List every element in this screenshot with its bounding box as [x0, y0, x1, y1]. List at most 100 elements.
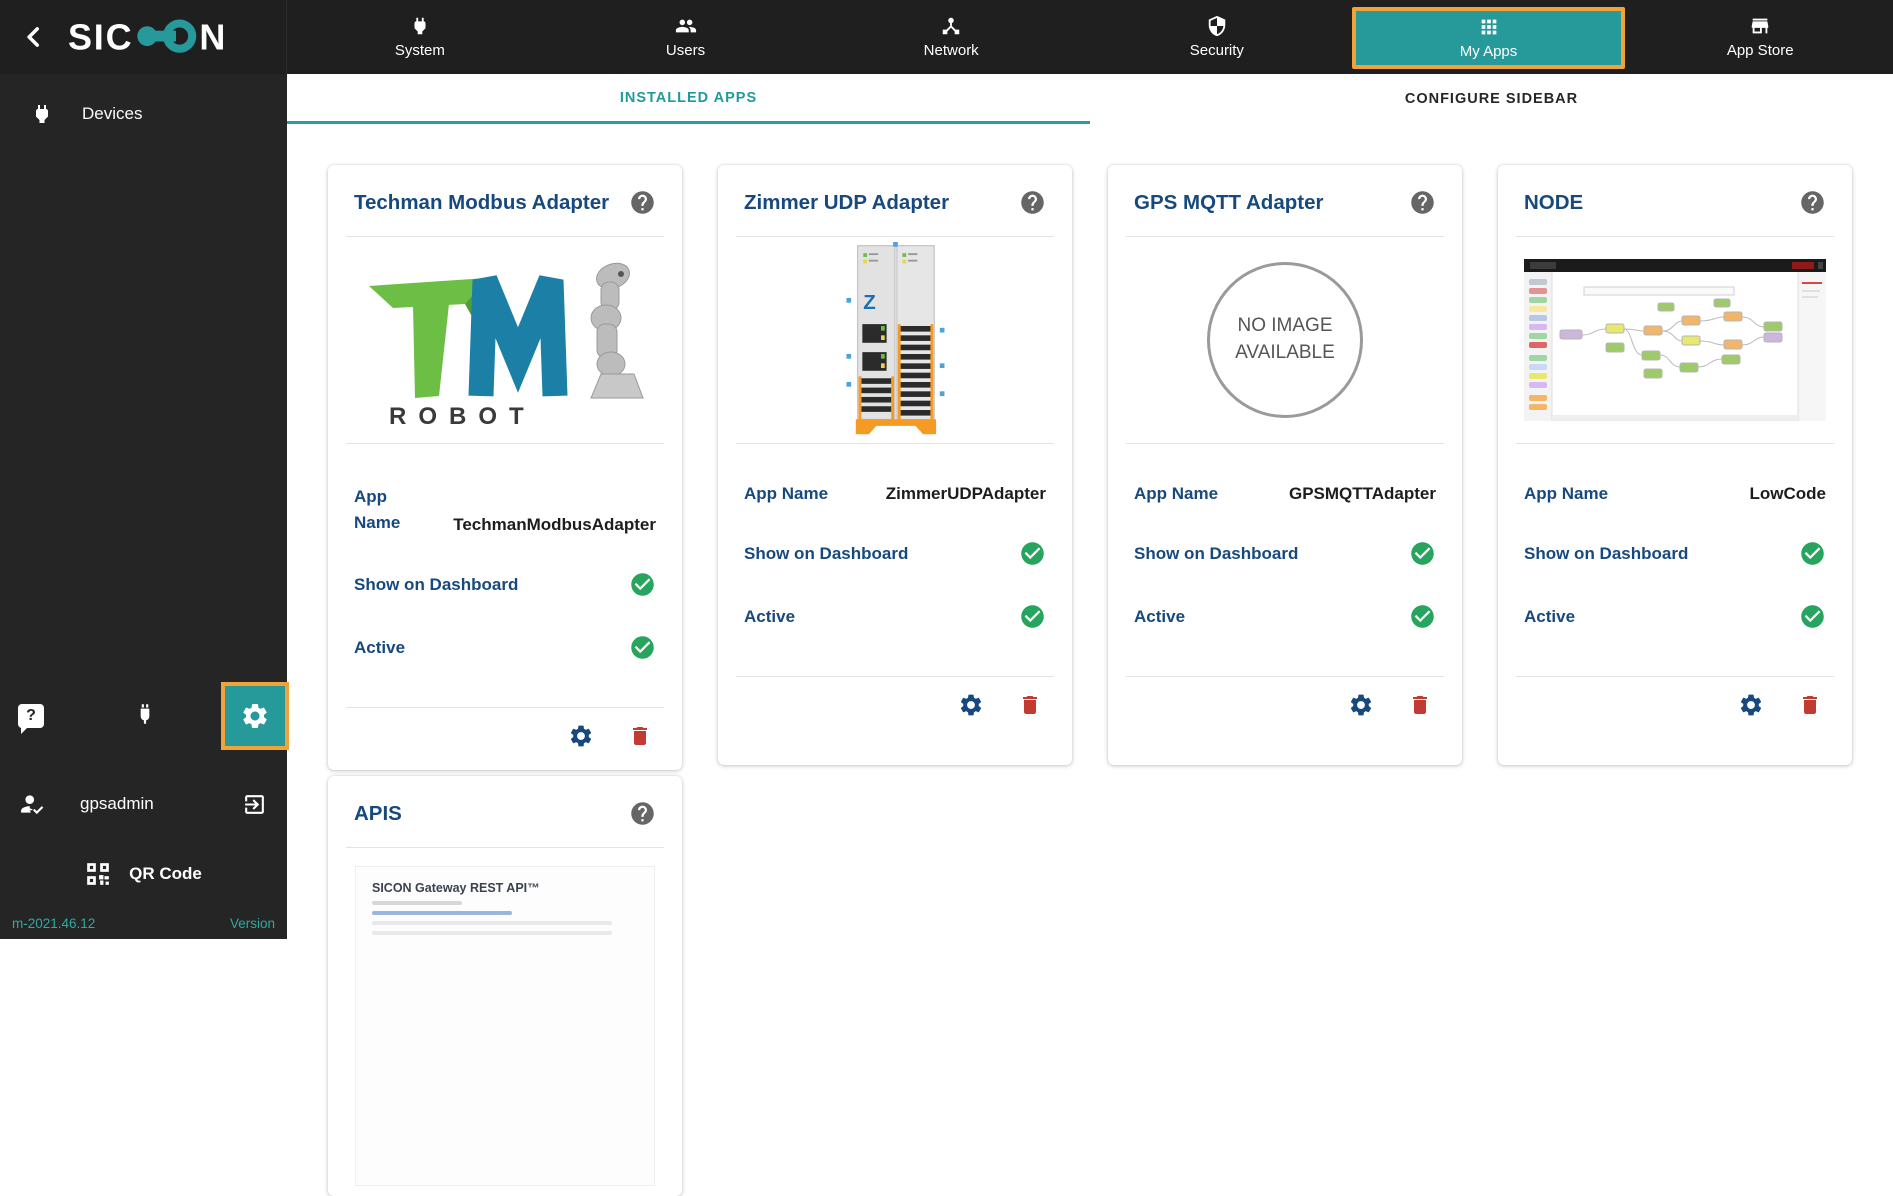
help-icon[interactable]: [1799, 189, 1826, 216]
sidebar-item-label: Devices: [82, 104, 143, 123]
doc-placeholder-line: [372, 901, 462, 905]
gear-icon: [243, 704, 267, 728]
active-row: Active: [744, 603, 1046, 630]
check-circle-icon: [1411, 605, 1434, 628]
nav-item-network[interactable]: Network: [818, 0, 1084, 74]
app-name-label: App Name: [1524, 484, 1609, 503]
help-icon[interactable]: [629, 189, 656, 216]
nav-item-users[interactable]: Users: [553, 0, 819, 74]
brand-zone: SIC N: [0, 0, 287, 74]
sidebar-item-devices[interactable]: Devices: [0, 74, 287, 126]
version-value: m-2021.46.12: [12, 916, 96, 931]
tab-configure-sidebar[interactable]: CONFIGURE SIDEBAR: [1090, 74, 1893, 124]
show-on-dashboard-label: Show on Dashboard: [744, 543, 909, 563]
zimmer-logo-glyph: Z: [863, 291, 876, 314]
logo-text-right: N: [199, 17, 225, 58]
back-button[interactable]: [16, 19, 52, 55]
app-name-value: LowCode: [1749, 484, 1827, 503]
check-circle-icon: [1021, 542, 1044, 565]
logout-icon[interactable]: [242, 792, 267, 817]
chevron-left-icon: [27, 27, 39, 47]
active-row: Active: [1524, 603, 1826, 630]
nav-label: My Apps: [1459, 43, 1518, 60]
app-cards-row-2: APIS SICON Gateway REST API™: [328, 776, 1852, 1196]
show-on-dashboard-row: Show on Dashboard: [744, 540, 1046, 567]
doc-placeholder-line: [372, 931, 612, 935]
app-cards-row-1: Techman Modbus Adapter ROBOT App Name Te…: [328, 165, 1852, 770]
card-title: APIS: [354, 801, 402, 825]
nav-label: Network: [923, 42, 979, 59]
sidebar-bottom-icons: ?: [0, 682, 289, 750]
username: gpsadmin: [80, 794, 154, 813]
qr-code-row[interactable]: QR Code: [0, 861, 287, 887]
help-icon[interactable]: [1409, 189, 1436, 216]
apps-grid-icon: [1481, 19, 1496, 35]
settings-icon[interactable]: [568, 723, 594, 749]
doc-placeholder-line: [372, 921, 612, 925]
help-icon[interactable]: [1019, 189, 1046, 216]
sicon-logo: SIC N: [68, 14, 248, 60]
doc-placeholder-line: [372, 911, 512, 915]
app-name-row: App Name LowCode: [1524, 484, 1826, 504]
no-image-text: NO IMAGE AVAILABLE: [1235, 315, 1335, 363]
help-bubble-icon[interactable]: ?: [18, 704, 44, 734]
app-image-node-red-flow: [1498, 237, 1852, 443]
shield-icon: [1208, 15, 1226, 37]
no-image-circle: NO IMAGE AVAILABLE: [1207, 262, 1363, 418]
app-image-rest-api-doc: SICON Gateway REST API™: [355, 866, 655, 1186]
tab-installed-apps[interactable]: INSTALLED APPS: [287, 74, 1090, 124]
app-name-row: App Name TechmanModbusAdapter: [354, 484, 656, 535]
active-label: Active: [354, 637, 406, 657]
show-on-dashboard-label: Show on Dashboard: [1524, 543, 1689, 563]
logo-text-left: SIC: [68, 17, 133, 58]
settings-icon[interactable]: [1348, 692, 1374, 718]
tm-robot-caption: ROBOT: [389, 403, 536, 430]
delete-icon[interactable]: [628, 724, 652, 748]
app-image-zimmer-module: Z: [718, 237, 1072, 443]
app-card-zimmer: Zimmer UDP Adapter Z App Name ZimmerUDPA…: [718, 165, 1072, 765]
sidebar: Devices ? gpsadmin QR Code m-2021.46.12 …: [0, 74, 289, 939]
user-row: gpsadmin: [0, 791, 287, 817]
help-icon[interactable]: [629, 800, 656, 827]
check-circle-icon: [1411, 542, 1434, 565]
app-name-row: App Name GPSMQTTAdapter: [1134, 484, 1436, 504]
power-plug-icon: [36, 105, 48, 123]
nav-label: Users: [665, 42, 706, 59]
sidebar-settings-button[interactable]: [221, 682, 289, 750]
active-label: Active: [1524, 606, 1576, 626]
app-image-tm-robot: ROBOT: [328, 237, 682, 443]
nav-item-system[interactable]: System: [287, 0, 553, 74]
app-name-label: App Name: [744, 484, 829, 503]
check-circle-icon: [1021, 605, 1044, 628]
card-title: Techman Modbus Adapter: [354, 190, 610, 214]
show-on-dashboard-row: Show on Dashboard: [1524, 540, 1826, 567]
person-check-icon: [21, 795, 44, 815]
card-title: GPS MQTT Adapter: [1134, 190, 1324, 214]
card-title: Zimmer UDP Adapter: [744, 190, 950, 214]
qr-code-icon: [87, 863, 109, 885]
delete-icon[interactable]: [1018, 693, 1042, 717]
nav-label: App Store: [1726, 42, 1794, 59]
users-icon: [675, 19, 696, 33]
app-name-label: App Name: [1134, 484, 1219, 503]
card-title: NODE: [1524, 190, 1584, 214]
settings-icon[interactable]: [958, 692, 984, 718]
usb-plug-icon[interactable]: [132, 701, 158, 732]
delete-icon[interactable]: [1408, 693, 1432, 717]
qr-code-label: QR Code: [129, 864, 202, 883]
storefront-icon: [1751, 18, 1769, 34]
app-card-techman: Techman Modbus Adapter ROBOT App Name Te…: [328, 165, 682, 770]
main-content: INSTALLED APPS CONFIGURE SIDEBAR Techman…: [287, 74, 1893, 1196]
show-on-dashboard-label: Show on Dashboard: [1134, 543, 1299, 563]
tab-bar: INSTALLED APPS CONFIGURE SIDEBAR: [287, 74, 1893, 124]
check-circle-icon: [631, 573, 654, 596]
nav-item-security[interactable]: Security: [1084, 0, 1350, 74]
app-name-row: App Name ZimmerUDPAdapter: [744, 484, 1046, 504]
app-card-gps-mqtt: GPS MQTT Adapter NO IMAGE AVAILABLE App …: [1108, 165, 1462, 765]
show-on-dashboard-label: Show on Dashboard: [354, 574, 519, 594]
settings-icon[interactable]: [1738, 692, 1764, 718]
nav-item-app-store[interactable]: App Store: [1627, 0, 1893, 74]
nav-item-my-apps[interactable]: My Apps: [1351, 7, 1626, 69]
active-label: Active: [744, 606, 796, 626]
delete-icon[interactable]: [1798, 693, 1822, 717]
